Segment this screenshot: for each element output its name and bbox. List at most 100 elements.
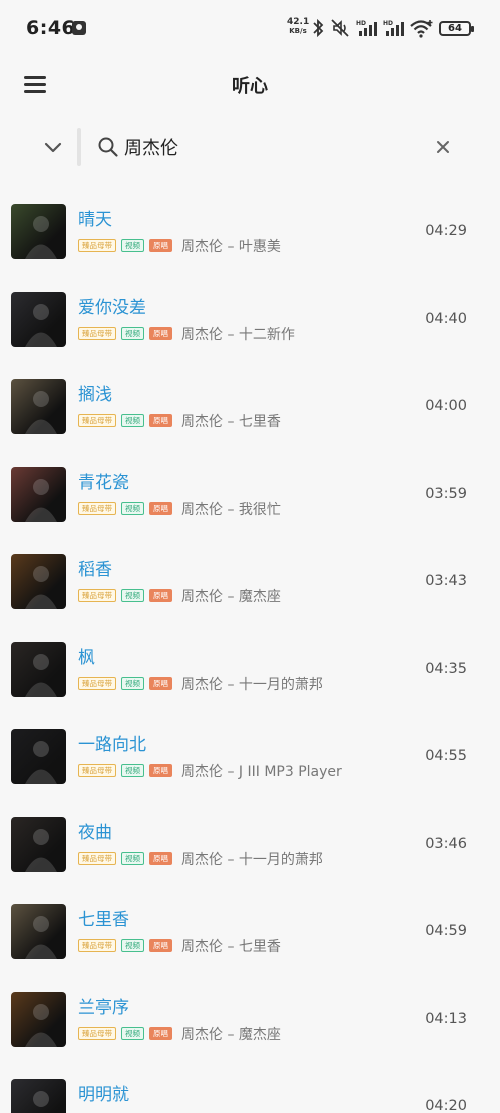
song-item[interactable]: 七里香 臻品母带 视频 原唱 周杰伦 – 七里香 04:59 <box>0 888 500 976</box>
song-duration: 04:40 <box>425 310 467 327</box>
mute-icon <box>331 19 349 37</box>
album-cover-image <box>11 1079 66 1113</box>
song-album: 魔杰座 <box>238 589 281 605</box>
svg-text:HD: HD <box>356 20 366 27</box>
original-badge: 原唱 <box>149 501 172 515</box>
album-cover-image <box>11 991 66 1047</box>
song-item[interactable]: 晴天 臻品母带 视频 原唱 周杰伦 – 叶惠美 04:29 <box>0 188 500 276</box>
song-title: 明明就 <box>78 1085 129 1105</box>
meta-separator: – <box>223 589 239 605</box>
song-item[interactable]: 兰亭序 臻品母带 视频 原唱 周杰伦 – 魔杰座 04:13 <box>0 976 500 1064</box>
song-meta: 周杰伦 – 十二新作 <box>181 324 295 344</box>
song-artist: 周杰伦 <box>181 414 223 430</box>
quality-badge: 臻品母带 <box>78 239 116 252</box>
album-cover-image <box>11 204 66 259</box>
album-cover-image <box>11 904 66 959</box>
song-title: 稻香 <box>78 560 112 580</box>
meta-separator: – <box>223 501 239 518</box>
original-badge: 原唱 <box>149 414 172 427</box>
song-artist: 周杰伦 <box>181 676 223 693</box>
song-album: 十一月的萧邦 <box>238 851 323 868</box>
original-badge: 原唱 <box>149 764 172 777</box>
video-badge: 视频 <box>121 326 144 340</box>
song-album: 十二新作 <box>238 326 295 343</box>
song-artist: 周杰伦 <box>181 326 223 343</box>
song-artist: 周杰伦 <box>181 1026 223 1043</box>
meta-separator: – <box>223 851 239 868</box>
search-icon <box>98 137 118 157</box>
original-badge: 原唱 <box>149 589 172 602</box>
network-speed-unit: KB/s <box>289 27 307 35</box>
original-badge: 原唱 <box>149 939 172 952</box>
original-badge: 原唱 <box>149 326 172 340</box>
song-duration: 04:20 <box>425 1098 467 1113</box>
battery-icon: 64 <box>439 21 474 36</box>
song-tags: 臻品母带 视频 原唱 <box>78 414 172 428</box>
close-icon[interactable] <box>430 134 456 160</box>
quality-badge: 臻品母带 <box>78 851 116 865</box>
song-item[interactable]: 明明就 04:20 <box>0 1063 500 1113</box>
search-input[interactable] <box>124 132 414 162</box>
album-cover-image <box>11 816 66 872</box>
album-cover-image <box>11 554 66 609</box>
song-item[interactable]: 稻香臻品母带 视频 原唱 周杰伦 – 魔杰座 03:43 <box>0 538 500 626</box>
video-badge: 视频 <box>121 239 144 252</box>
song-item[interactable]: 搁浅 臻品母带 视频 原唱 周杰伦 – 七里香 04:00 <box>0 363 500 451</box>
video-badge: 视频 <box>121 501 144 515</box>
song-meta: 周杰伦 – 十一月的萧邦 <box>181 674 323 694</box>
song-tags: 臻品母带 视频 原唱 <box>78 501 172 516</box>
song-title: 青花瓷 <box>78 472 129 493</box>
quality-badge: 臻品母带 <box>78 414 116 427</box>
song-tags: 臻品母带 视频 原唱 <box>78 1026 172 1041</box>
wifi-icon <box>410 20 433 38</box>
meta-separator: – <box>223 326 239 343</box>
song-tags: 臻品母带 视频 原唱 <box>78 939 172 953</box>
song-tags: 臻品母带 视频 原唱 <box>78 589 172 603</box>
song-meta: 周杰伦 – J III MP3 Player <box>181 761 342 781</box>
song-artist: 周杰伦 <box>181 239 223 255</box>
song-duration: 04:59 <box>425 923 467 939</box>
song-duration: 04:29 <box>425 223 467 239</box>
song-meta: 周杰伦 – 我很忙 <box>181 499 281 519</box>
original-badge: 原唱 <box>149 851 172 865</box>
album-cover-image <box>11 466 66 522</box>
network-speed: 42.1 KB/s <box>287 18 309 36</box>
signal-hd-icon: HD <box>356 20 377 36</box>
song-title: 七里香 <box>78 910 129 930</box>
song-item[interactable]: 青花瓷臻品母带 视频 原唱 周杰伦 – 我很忙 03:59 <box>0 451 500 539</box>
song-duration: 03:46 <box>425 835 467 852</box>
song-artist: 周杰伦 <box>181 939 223 955</box>
video-badge: 视频 <box>121 414 144 427</box>
song-title: 爱你没差 <box>78 297 146 318</box>
original-badge: 原唱 <box>149 1026 172 1040</box>
meta-separator: – <box>223 1026 239 1043</box>
song-duration: 04:55 <box>425 748 467 764</box>
song-item[interactable]: 一路向北 臻品母带 视频 原唱 周杰伦 – J III MP3 Player 04:55 <box>0 713 500 801</box>
song-artist: 周杰伦 <box>181 589 223 605</box>
quality-badge: 臻品母带 <box>78 939 116 952</box>
song-duration: 03:59 <box>425 485 467 502</box>
song-duration: 04:35 <box>425 660 467 677</box>
video-badge: 视频 <box>121 851 144 865</box>
album-cover-image <box>11 379 66 434</box>
song-album: 十一月的萧邦 <box>238 676 323 693</box>
song-meta: 周杰伦 – 魔杰座 <box>181 1024 281 1044</box>
song-title: 晴天 <box>78 210 112 230</box>
original-badge: 原唱 <box>149 676 172 690</box>
quality-badge: 臻品母带 <box>78 326 116 340</box>
song-duration: 03:43 <box>425 573 467 589</box>
song-title: 夜曲 <box>78 822 112 843</box>
song-item[interactable]: 枫臻品母带 视频 原唱 周杰伦 – 十一月的萧邦 04:35 <box>0 626 500 714</box>
quality-badge: 臻品母带 <box>78 1026 116 1040</box>
song-album: 七里香 <box>238 939 281 955</box>
song-item[interactable]: 夜曲 臻品母带 视频 原唱 周杰伦 – 十一月的萧邦 03:46 <box>0 801 500 889</box>
chevron-down-icon[interactable] <box>36 132 70 162</box>
network-speed-value: 42.1 <box>287 17 310 27</box>
song-album: J III MP3 Player <box>238 764 342 780</box>
song-tags: 臻品母带 视频 原唱 <box>78 676 172 691</box>
status-time: 6:46 <box>26 17 76 39</box>
song-item[interactable]: 爱你没差臻品母带 视频 原唱 周杰伦 – 十二新作 04:40 <box>0 276 500 364</box>
quality-badge: 臻品母带 <box>78 589 116 602</box>
song-album: 叶惠美 <box>238 239 281 255</box>
song-tags: 臻品母带 视频 原唱 <box>78 326 172 341</box>
